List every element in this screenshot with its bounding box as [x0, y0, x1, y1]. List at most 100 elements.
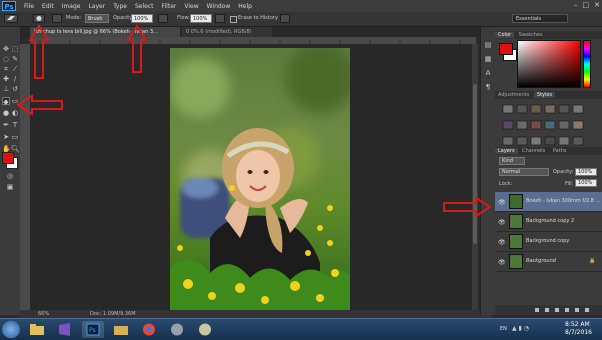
eyedropper-tool-icon[interactable]: ⁄	[11, 65, 19, 73]
tray-icons[interactable]: ▲ ▮ ◔	[512, 325, 529, 332]
tab-adjustments[interactable]: Adjustments	[495, 92, 532, 98]
menu-layer[interactable]: Layer	[84, 3, 109, 10]
status-bar: 66% Doc: 1.09M/9.36M	[20, 310, 492, 318]
fill-field[interactable]: 100%	[575, 179, 597, 187]
stamp-tool-icon[interactable]: ⊥	[2, 85, 10, 93]
airbrush-button[interactable]	[215, 14, 225, 23]
photoshop-logo: Ps	[2, 1, 16, 11]
crop-tool-icon[interactable]: ⌗	[2, 65, 10, 73]
visibility-eye-icon[interactable]: 👁︎	[498, 219, 506, 226]
visibility-eye-icon[interactable]: 👁︎	[498, 239, 506, 246]
layer-filter-kind[interactable]: Kind	[499, 157, 525, 165]
pen-tool-icon[interactable]: ✒	[2, 121, 10, 129]
menu-select[interactable]: Select	[131, 3, 158, 10]
tab-swatches[interactable]: Swatches	[516, 32, 546, 38]
tab-styles[interactable]: Styles	[533, 92, 556, 98]
brush-tool-icon[interactable]: /	[11, 75, 19, 83]
paragraph-panel-icon[interactable]: ¶	[484, 83, 492, 91]
tool-preset-picker[interactable]	[4, 14, 18, 23]
media-icon[interactable]	[166, 321, 188, 338]
annotation-arrow-up-icon	[28, 24, 50, 79]
language-indicator[interactable]: EN	[500, 326, 507, 332]
menu-help[interactable]: Help	[234, 3, 256, 10]
color-picker-field[interactable]	[517, 40, 581, 88]
shape-tool-icon[interactable]: ▭	[11, 133, 19, 141]
pressure-size-button[interactable]	[280, 14, 290, 23]
properties-panel-icon[interactable]: ▦	[484, 55, 492, 63]
visibility-eye-icon[interactable]: 👁︎	[498, 199, 506, 206]
tab-paths[interactable]: Paths	[550, 148, 570, 154]
path-select-tool-icon[interactable]: ➤	[2, 133, 10, 141]
healing-tool-icon[interactable]: ✚	[2, 75, 10, 83]
document-image[interactable]	[170, 48, 350, 312]
scrollbar-thumb[interactable]	[473, 84, 477, 244]
start-button-icon[interactable]	[2, 321, 20, 338]
layer-name: Bokeh - Ivkan 300mm f/2.8 ...	[526, 198, 601, 204]
lasso-tool-icon[interactable]: ◌	[2, 55, 10, 63]
quick-mask-icon[interactable]: ◎	[6, 172, 14, 180]
menu-edit[interactable]: Edit	[38, 3, 58, 10]
clock-time[interactable]: 8:52 AM	[565, 321, 590, 328]
tab-active-document[interactable]: lkh chup ts lens bill.jpg @ 66% (Bokeh -…	[30, 27, 180, 37]
zoom-level[interactable]: 66%	[38, 310, 49, 318]
folder-icon[interactable]	[26, 321, 48, 338]
menu-image[interactable]: Image	[58, 3, 85, 10]
clock-date[interactable]: 8/7/2016	[565, 329, 592, 336]
close-button[interactable]: ✕	[594, 1, 600, 9]
pressure-opacity-button[interactable]	[158, 14, 168, 23]
hue-slider[interactable]	[583, 40, 591, 88]
layer-row[interactable]: 👁︎ Background 🔒	[495, 252, 602, 272]
menu-bar: Ps File Edit Image Layer Type Select Fil…	[0, 0, 602, 12]
minimize-button[interactable]: –	[574, 1, 578, 9]
document-tabs: lkh chup ts lens bill.jpg @ 66% (Bokeh -…	[20, 27, 492, 37]
vertical-scrollbar[interactable]	[472, 44, 478, 310]
brush-tip-icon	[36, 16, 42, 21]
brush-size-picker[interactable]	[33, 14, 45, 23]
marquee-tool-icon[interactable]: ⬚	[11, 45, 19, 53]
eraser-icon	[7, 16, 15, 20]
layer-opacity-field[interactable]: 100%	[575, 168, 597, 176]
tab-channels[interactable]: Channels	[519, 148, 548, 154]
character-panel-icon[interactable]: A	[484, 69, 492, 77]
flow-label: Flow:	[177, 15, 190, 21]
layer-row[interactable]: 👁︎ Bokeh - Ivkan 300mm f/2.8 ...	[495, 192, 602, 212]
visual-studio-icon[interactable]	[54, 321, 76, 338]
history-brush-tool-icon[interactable]: ↺	[11, 85, 19, 93]
blur-tool-icon[interactable]: ●	[2, 109, 10, 117]
menu-window[interactable]: Window	[203, 3, 235, 10]
panel-foreground-swatch-top[interactable]	[499, 43, 513, 55]
eraser-tool-icon[interactable]: ◆	[2, 97, 10, 106]
history-panel-icon[interactable]: ▤	[484, 41, 492, 49]
menu-type[interactable]: Type	[109, 3, 131, 10]
workspace-switcher[interactable]: Essentials	[512, 14, 568, 23]
maximize-button[interactable]: □	[583, 1, 590, 9]
flow-field[interactable]: 100%	[190, 14, 212, 23]
menu-filter[interactable]: Filter	[158, 3, 181, 10]
brush-panel-toggle[interactable]	[52, 14, 62, 23]
menu-file[interactable]: File	[20, 3, 38, 10]
type-tool-icon[interactable]: T	[11, 121, 19, 129]
visibility-eye-icon[interactable]: 👁︎	[498, 259, 506, 266]
tab-color[interactable]: Color	[495, 32, 515, 38]
layer-opacity-label: Opacity:	[553, 169, 574, 175]
opacity-field[interactable]: 100%	[131, 14, 153, 23]
chrome-icon[interactable]	[138, 321, 160, 338]
tab-layers[interactable]: Layers	[495, 148, 518, 154]
color-panel-tabs: Color Swatches	[495, 31, 602, 39]
file-explorer-icon[interactable]	[110, 321, 132, 338]
screen-mode-icon[interactable]: ▣	[6, 183, 14, 191]
foreground-color-swatch[interactable]	[2, 152, 14, 164]
layer-row[interactable]: 👁︎ Background copy 2	[495, 212, 602, 232]
windows-taskbar: Ps EN ▲ ▮ ◔ 8:52 AM 8/7/2016	[0, 318, 602, 340]
move-tool-icon[interactable]: ✥	[2, 45, 10, 53]
paint-icon[interactable]	[194, 321, 216, 338]
layer-row[interactable]: 👁︎ Background copy	[495, 232, 602, 252]
quick-select-tool-icon[interactable]: ✎	[11, 55, 19, 63]
layer-thumbnail	[509, 254, 523, 269]
mode-select[interactable]: Brush	[85, 14, 109, 23]
photoshop-taskbar-icon[interactable]: Ps	[82, 321, 104, 338]
tab-second-document[interactable]: 0 0%.6 (modified), RGB/8)	[182, 27, 272, 37]
blend-mode-select[interactable]: Normal	[499, 168, 549, 176]
menu-view[interactable]: View	[180, 3, 202, 10]
erase-history-checkbox[interactable]	[230, 16, 237, 23]
